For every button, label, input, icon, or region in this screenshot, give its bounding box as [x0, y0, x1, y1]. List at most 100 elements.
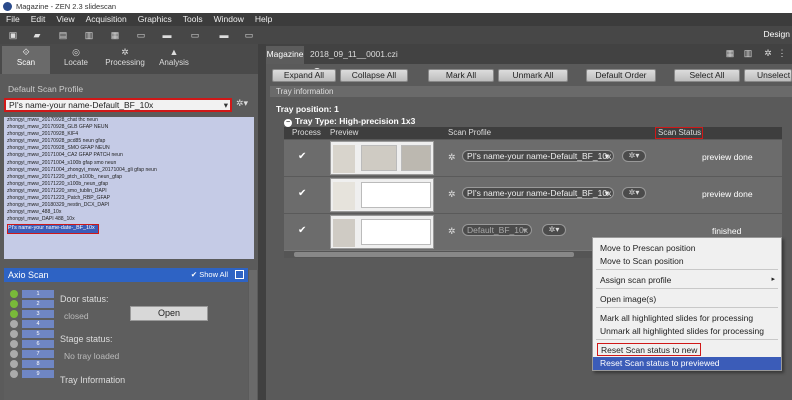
profile-gear-icon[interactable]: ✲ [448, 152, 456, 163]
slot-5[interactable]: 5 [10, 330, 55, 338]
menu-help[interactable]: Help [255, 13, 272, 26]
profile-list[interactable]: zhongyi_mww_20170928_chat thc neun zhong… [4, 117, 254, 259]
menu-view[interactable]: View [56, 13, 74, 26]
menu-item-mark-highlighted[interactable]: Mark all highlighted slides for processi… [600, 313, 753, 323]
popout-icon[interactable] [235, 270, 244, 279]
slot-4[interactable]: 4 [10, 320, 55, 328]
expand-all-button[interactable]: Expand All [272, 69, 336, 82]
layout-5-icon[interactable]: ▭ [244, 30, 254, 40]
layout-1-icon[interactable]: ▭ [136, 30, 146, 40]
tray-type[interactable]: − Tray Type: High-precision 1x3 [284, 116, 415, 127]
select-all-button[interactable]: Select All [674, 69, 740, 82]
default-profile-select[interactable]: PI's name-your name-Default_BF_10x ▾ [4, 98, 232, 112]
unselect-all-button[interactable]: Unselect [744, 69, 792, 82]
row-options-gear-icon[interactable]: ✲▾ [622, 187, 646, 199]
save-icon[interactable]: ▤ [58, 30, 68, 40]
open-door-button[interactable]: Open [130, 306, 208, 321]
menu-item-move-prescan[interactable]: Move to Prescan position [600, 243, 695, 253]
list-item[interactable]: zhongyi_mww_20171223_Patch_RBP_GFAP [7, 195, 254, 202]
slide-preview[interactable] [330, 178, 434, 212]
new-icon[interactable]: ▣ [8, 30, 18, 40]
list-item[interactable]: zhongyi_mww_20170928_pcd85 neun gfap [7, 138, 254, 145]
menu-dots-icon[interactable]: ⋮ [776, 48, 788, 59]
process-checkbox[interactable]: ✔ [298, 188, 306, 199]
slot-1[interactable]: 1 [10, 290, 55, 298]
export-icon[interactable]: ▦ [110, 30, 120, 40]
list-item[interactable]: zhongyi_mww_20171220_smo_tublin_DAPI [7, 188, 254, 195]
open-folder-icon[interactable]: ▰ [32, 30, 42, 40]
tab-analysis[interactable]: ▲ Analysis [150, 46, 198, 74]
collapse-all-button[interactable]: Collapse All [340, 69, 408, 82]
menu-file[interactable]: File [6, 13, 20, 26]
slot-6[interactable]: 6 [10, 340, 55, 348]
tab-magazine[interactable]: Magazine [266, 46, 304, 64]
menu-window[interactable]: Window [214, 13, 244, 26]
menu-tools[interactable]: Tools [183, 13, 203, 26]
col-process[interactable]: Process [292, 127, 321, 139]
list-item[interactable]: zhongyi_mww_20170928_SMO GFAP NEUN [7, 145, 254, 152]
table-row[interactable]: ✔ ✲ PI's name-your name-Default_BF_10x ▾ … [284, 177, 782, 213]
save-as-icon[interactable]: ▥ [84, 30, 94, 40]
table-row[interactable]: ✔ ✲ PI's name-your name-Default_BF_10x ▾ … [284, 140, 782, 176]
menu-item-reset-to-new[interactable]: Reset Scan status to new [597, 343, 702, 356]
process-checkbox[interactable]: ✔ [298, 151, 306, 162]
profile-options-gear-icon[interactable]: ✲▾ [236, 98, 256, 112]
scrollbar-thumb[interactable] [294, 252, 574, 257]
menu-item-reset-to-previewed[interactable]: Reset Scan status to previewed [593, 357, 781, 370]
layout-3-icon[interactable]: ▭ [190, 30, 200, 40]
unmark-all-button[interactable]: Unmark All [498, 69, 568, 82]
slide-preview[interactable] [330, 215, 434, 249]
row-options-gear-icon[interactable]: ✲▾ [622, 150, 646, 162]
slot-3[interactable]: 3 [10, 310, 55, 318]
panel-splitter[interactable] [258, 44, 266, 400]
design-label[interactable]: Design [764, 29, 790, 39]
list-item[interactable]: zhongyi_mww_20171004_zhongyi_mww_2017100… [7, 167, 254, 174]
row-profile-select[interactable]: Default_BF_10x ▾ [462, 224, 532, 236]
split-view-icon[interactable]: ▥ [742, 48, 754, 59]
default-order-button[interactable]: Default Order [586, 69, 656, 82]
tab-scan[interactable]: ⟐ Scan [2, 46, 50, 74]
mark-all-button[interactable]: Mark All [428, 69, 494, 82]
process-checkbox[interactable]: ✔ [298, 225, 306, 236]
list-item[interactable]: zhongyi_mww_20170928_GLB GFAP NEUN [7, 124, 254, 131]
tab-czi-file[interactable]: 2018_09_11__0001.czi✕ [306, 46, 402, 76]
row-profile-select[interactable]: PI's name-your name-Default_BF_10x ▾ [462, 187, 614, 199]
layout-2-icon[interactable]: ▬ [162, 30, 172, 40]
slot-7[interactable]: 7 [10, 350, 55, 358]
profile-gear-icon[interactable]: ✲ [448, 226, 456, 237]
list-item-selected[interactable]: PI's name-your name-date-_BF_10x [7, 224, 99, 234]
menu-item-unmark-highlighted[interactable]: Unmark all highlighted slides for proces… [600, 326, 764, 336]
list-item[interactable]: zhongyi_mww_20171220_s100b_neun_gfap [7, 181, 254, 188]
list-item[interactable]: zhongyi_mww_20180329_nestin_DCX_DAPI [7, 202, 254, 209]
grid-view-icon[interactable]: ▦ [724, 48, 736, 59]
list-item[interactable]: zhongyi_mww_20171220_ptch_s100b_ neun_gf… [7, 174, 254, 181]
menu-graphics[interactable]: Graphics [138, 13, 172, 26]
list-item[interactable]: zhongyi_mww_20170928_chat thc neun [7, 117, 254, 124]
profile-gear-icon[interactable]: ✲ [448, 189, 456, 200]
menu-item-open-images[interactable]: Open image(s) [600, 294, 656, 304]
menu-item-move-scan[interactable]: Move to Scan position [600, 256, 684, 266]
show-all-toggle[interactable]: ✔ Show All [191, 268, 228, 282]
row-options-gear-icon[interactable]: ✲▾ [542, 224, 566, 236]
slot-2[interactable]: 2 [10, 300, 55, 308]
menu-item-assign-profile[interactable]: Assign scan profile [600, 275, 671, 285]
collapse-icon[interactable]: − [284, 119, 292, 127]
list-item[interactable]: zhongyi_mww_20171004_CA2 GFAP PATCH neun [7, 152, 254, 159]
slot-9[interactable]: 9 [10, 370, 55, 378]
col-preview[interactable]: Preview [330, 127, 358, 139]
slot-8[interactable]: 8 [10, 360, 55, 368]
row-profile-select[interactable]: PI's name-your name-Default_BF_10x ▾ [462, 150, 614, 162]
menu-acquisition[interactable]: Acquisition [86, 13, 127, 26]
slide-preview[interactable] [330, 141, 434, 175]
list-item[interactable]: zhongyi_mww_DAPI 488_10x [7, 216, 254, 223]
tab-processing[interactable]: ✲ Processing [100, 46, 150, 74]
axio-scan-header[interactable]: Axio Scan ✔ Show All [4, 268, 248, 282]
gear-icon[interactable]: ✲ [762, 48, 774, 59]
list-item[interactable]: zhongyi_mww_20171004_s100b gfap smo neun [7, 160, 254, 167]
list-item[interactable]: zhongyi_mww_20170928_KIF4 [7, 131, 254, 138]
left-scrollbar[interactable] [249, 270, 257, 400]
layout-4-icon[interactable]: ▬ [216, 30, 232, 40]
tab-locate[interactable]: ◎ Locate [52, 46, 100, 74]
menu-edit[interactable]: Edit [31, 13, 46, 26]
col-scan-profile[interactable]: Scan Profile [448, 127, 491, 139]
